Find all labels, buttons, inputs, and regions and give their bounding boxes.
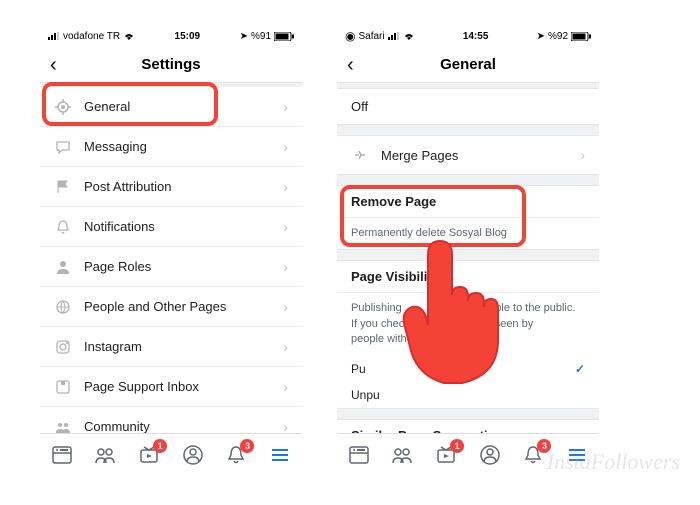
- row-label: Page Roles: [84, 259, 283, 274]
- person-icon: [54, 258, 72, 276]
- phone-left: vodafone TR 15:09 ➤ %91 ‹ Settings: [40, 25, 302, 475]
- remove-page-section[interactable]: Remove Page Permanently delete Sosyal Bl…: [337, 185, 599, 250]
- row-label: People and Other Pages: [84, 299, 283, 314]
- location-icon: ➤: [537, 31, 545, 42]
- row-label: Post Attribution: [84, 179, 283, 194]
- battery-label: %92: [548, 31, 568, 42]
- similar-page-section[interactable]: Similar Page Suggestions: [337, 419, 599, 433]
- settings-row-people-pages[interactable]: People and Other Pages ›: [40, 287, 302, 327]
- battery-label: %91: [251, 31, 271, 42]
- page-visibility-section: Page Visibility Publishing akes it visib…: [337, 260, 599, 408]
- tab-watch[interactable]: 1: [135, 441, 163, 469]
- clock-label: 15:09: [175, 31, 201, 42]
- status-bar: vodafone TR 15:09 ➤ %91: [40, 25, 302, 47]
- back-button[interactable]: ‹: [347, 55, 354, 75]
- wifi-icon: [403, 32, 415, 41]
- remove-page-subtitle: Permanently delete Sosyal Blog: [337, 218, 599, 249]
- tab-profile[interactable]: [179, 441, 207, 469]
- chevron-right-icon: ›: [283, 379, 288, 395]
- check-icon: ✓: [575, 362, 585, 376]
- badge: 1: [153, 439, 167, 453]
- row-label: Notifications: [84, 219, 283, 234]
- community-icon: [54, 418, 72, 434]
- battery-icon: [571, 32, 591, 41]
- row-label: General: [84, 99, 283, 114]
- tab-notifications[interactable]: 3: [222, 441, 250, 469]
- tab-profile[interactable]: [476, 441, 504, 469]
- page-title: Settings: [141, 56, 200, 73]
- option-published[interactable]: Pu ✓: [337, 356, 599, 382]
- row-label: Page Support Inbox: [84, 379, 283, 394]
- similar-title: Similar Page Suggestions: [337, 420, 599, 433]
- chevron-right-icon: ›: [283, 139, 288, 155]
- carrier-label: vodafone TR: [63, 31, 120, 42]
- carrier-label: Safari: [358, 31, 384, 42]
- status-bar: ◉ Safari 14:55 ➤ %92: [337, 25, 599, 47]
- tab-bar: 1 3: [40, 433, 302, 475]
- merge-pages-row[interactable]: Merge Pages ›: [337, 135, 599, 175]
- location-icon: ➤: [240, 31, 248, 42]
- remove-page-title: Remove Page: [337, 186, 599, 218]
- chevron-right-icon: ›: [283, 99, 288, 115]
- watermark: InstaFollowers: [547, 449, 680, 475]
- chevron-right-icon: ›: [283, 419, 288, 434]
- row-label: Instagram: [84, 339, 283, 354]
- settings-row-support-inbox[interactable]: Page Support Inbox ›: [40, 367, 302, 407]
- chat-icon: [54, 138, 72, 156]
- settings-row-instagram[interactable]: Instagram ›: [40, 327, 302, 367]
- globe-icon: [54, 298, 72, 316]
- settings-row-notifications[interactable]: Notifications ›: [40, 207, 302, 247]
- tab-watch[interactable]: 1: [432, 441, 460, 469]
- chevron-right-icon: ›: [283, 179, 288, 195]
- chevron-right-icon: ›: [283, 219, 288, 235]
- safari-icon: ◉: [345, 29, 355, 43]
- tab-feed[interactable]: [48, 441, 76, 469]
- inbox-icon: [54, 378, 72, 396]
- page-title: General: [440, 56, 496, 73]
- settings-row-community[interactable]: Community ›: [40, 407, 302, 433]
- battery-icon: [274, 32, 294, 41]
- settings-row-post-attribution[interactable]: Post Attribution ›: [40, 167, 302, 207]
- badge: 3: [240, 439, 254, 453]
- merge-icon: [351, 146, 369, 164]
- clock-label: 14:55: [463, 31, 489, 42]
- chevron-right-icon: ›: [283, 259, 288, 275]
- navbar: ‹ Settings: [40, 47, 302, 83]
- back-button[interactable]: ‹: [50, 55, 57, 75]
- instagram-icon: [54, 338, 72, 356]
- chevron-right-icon: ›: [283, 339, 288, 355]
- signal-icon: [388, 32, 400, 40]
- tab-friends[interactable]: [91, 441, 119, 469]
- visibility-body: Publishing akes it visible to the public…: [337, 293, 599, 355]
- settings-row-messaging[interactable]: Messaging ›: [40, 127, 302, 167]
- chevron-right-icon: ›: [580, 147, 585, 163]
- row-label: Merge Pages: [381, 148, 580, 163]
- settings-row-general[interactable]: General ›: [40, 87, 302, 127]
- gear-icon: [54, 98, 72, 116]
- tab-menu[interactable]: [266, 441, 294, 469]
- visibility-title: Page Visibility: [337, 261, 599, 293]
- wifi-icon: [123, 32, 135, 41]
- tab-friends[interactable]: [388, 441, 416, 469]
- settings-row-page-roles[interactable]: Page Roles ›: [40, 247, 302, 287]
- toggle-off[interactable]: Off: [337, 88, 599, 125]
- row-label: Community: [84, 419, 283, 433]
- phone-right: ◉ Safari 14:55 ➤ %92 ‹ General: [337, 25, 599, 475]
- option-unpublished[interactable]: Unpu: [337, 382, 599, 408]
- row-label: Messaging: [84, 139, 283, 154]
- badge: 1: [450, 439, 464, 453]
- bell-icon: [54, 218, 72, 236]
- chevron-right-icon: ›: [283, 299, 288, 315]
- tab-feed[interactable]: [345, 441, 373, 469]
- signal-icon: [48, 32, 60, 40]
- navbar: ‹ General: [337, 47, 599, 83]
- flag-icon: [54, 178, 72, 196]
- tab-notifications[interactable]: 3: [519, 441, 547, 469]
